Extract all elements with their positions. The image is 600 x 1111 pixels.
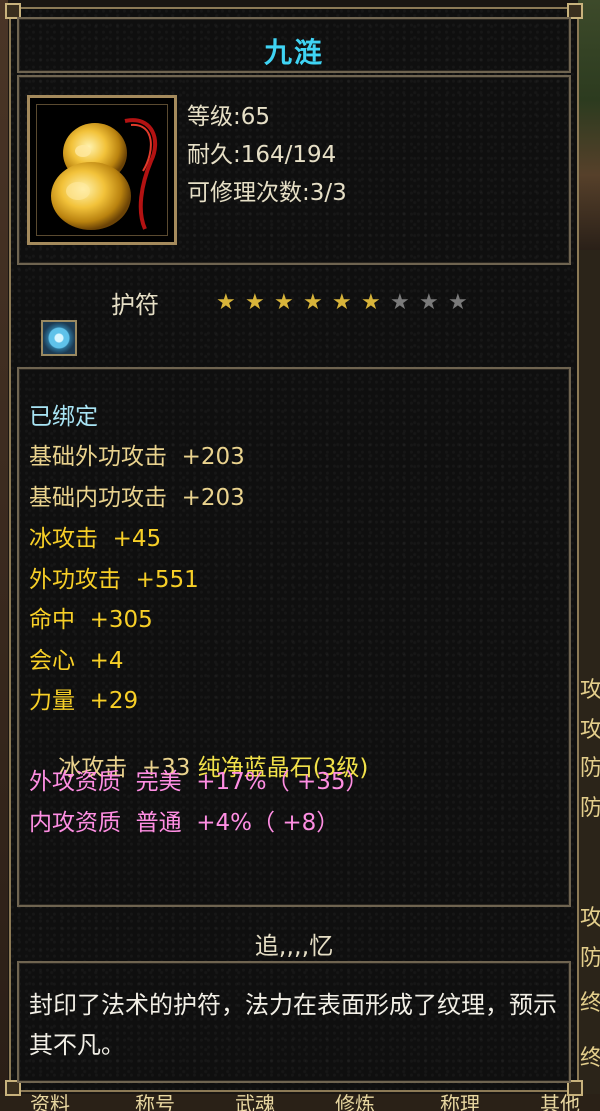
- amulet-icon: [51, 118, 157, 230]
- star-filled-icon: ★: [303, 290, 323, 315]
- item-durability: 耐久:164/194: [187, 142, 337, 168]
- side-text: 攻: [580, 906, 600, 931]
- star-empty-icon: ★: [419, 290, 439, 315]
- item-description: 封印了法术的护符，法力在表面形成了纹理，预示其不凡。: [29, 991, 557, 1059]
- attribute-line: 外功攻击 +551: [29, 567, 199, 593]
- attribute-line: 冰攻击 +45: [29, 526, 162, 552]
- star-filled-icon: ★: [245, 290, 265, 315]
- star-filled-icon: ★: [274, 290, 294, 315]
- tab-ziliao[interactable]: 资料: [30, 1094, 70, 1111]
- side-text: 防: [580, 946, 600, 971]
- attribute-line: 会心 +4: [29, 648, 124, 674]
- star-empty-icon: ★: [448, 290, 468, 315]
- star-empty-icon: ★: [390, 290, 410, 315]
- side-text: 攻: [580, 718, 600, 743]
- side-text: 防: [580, 796, 600, 821]
- attribute-line: 基础外功攻击 +203: [29, 444, 245, 470]
- side-text: 终: [580, 1046, 600, 1071]
- background-left-edge: [0, 0, 8, 1111]
- tab-qita[interactable]: 其他: [540, 1094, 580, 1111]
- star-filled-icon: ★: [216, 290, 236, 315]
- item-tooltip: 九涟 等级:65 耐久:164/194 可修理次数:3/3 护符 ★ ★ ★ ★ ★ ★ ★: [5, 3, 583, 1096]
- bottom-tab-bar: 资料 称号 武魂 修炼 称理 其他: [0, 1094, 600, 1111]
- bound-status: 已绑定: [29, 404, 98, 430]
- star-filled-icon: ★: [332, 290, 352, 315]
- star-filled-icon: ★: [361, 290, 381, 315]
- tab-wuhun[interactable]: 武魂: [235, 1094, 275, 1111]
- background-scene: [578, 0, 600, 250]
- side-text: 攻: [580, 678, 600, 703]
- tab-chenghao[interactable]: 称号: [135, 1094, 175, 1111]
- tab-chengli[interactable]: 称理: [440, 1094, 480, 1111]
- set-name: 追,,,,忆: [254, 932, 334, 960]
- item-name: 九涟: [263, 36, 324, 69]
- gem-slot-icon[interactable]: [41, 320, 77, 356]
- item-repair-count: 可修理次数:3/3: [187, 180, 347, 206]
- item-level: 等级:65: [187, 104, 271, 130]
- quality-line: 外攻资质 完美 +17%（ +35）: [29, 769, 369, 795]
- attribute-line: 命中 +305: [29, 607, 153, 633]
- item-icon-frame: [27, 95, 177, 245]
- attribute-line: 力量 +29: [29, 688, 139, 714]
- side-text: 防: [580, 756, 600, 781]
- background-side-panel: 攻 攻 防 防 攻 防 终 终: [578, 0, 600, 1111]
- item-type: 护符: [111, 291, 159, 319]
- attribute-line: 基础内功攻击 +203: [29, 485, 245, 511]
- quality-line: 内攻资质 普通 +4%（ +8）: [29, 810, 340, 836]
- side-text: 终: [580, 991, 600, 1016]
- tab-xiulian[interactable]: 修炼: [335, 1094, 375, 1111]
